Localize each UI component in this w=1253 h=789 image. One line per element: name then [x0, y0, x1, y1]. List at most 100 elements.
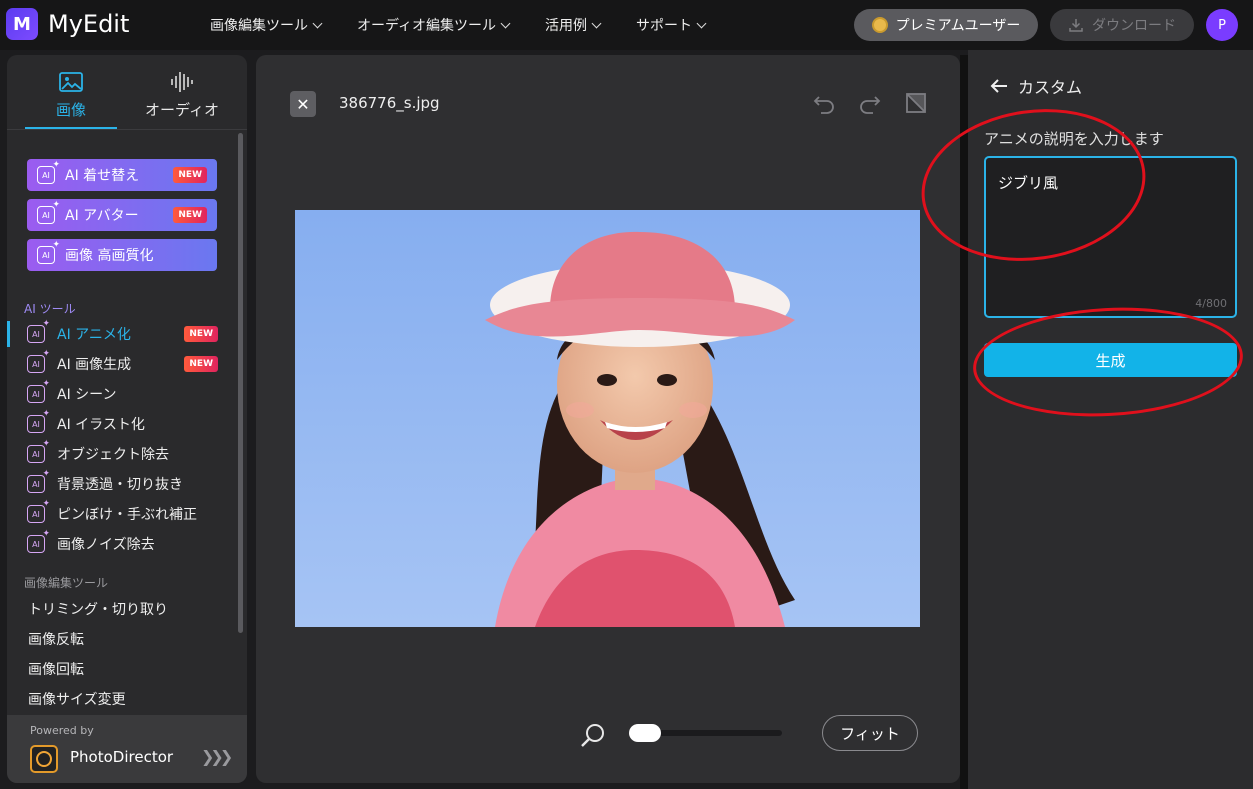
description-label: アニメの説明を入力します: [984, 130, 1164, 148]
sidebar-item-label: 背景透過・切り抜き: [57, 477, 183, 493]
promo-ai-avatar[interactable]: AI AI アバター NEW: [27, 199, 217, 231]
ai-sparkle-icon: AI: [27, 349, 50, 373]
powered-by-label: Powered by: [30, 724, 94, 737]
ai-tools-section-label: AI ツール: [24, 302, 76, 316]
ai-sparkle-icon: AI: [37, 200, 60, 224]
panel-divider: [960, 55, 968, 789]
close-icon: ✕: [296, 94, 310, 114]
sidebar-item-label: AI イラスト化: [57, 417, 145, 433]
sidebar-item-rotate[interactable]: 画像回転: [28, 659, 84, 679]
new-badge: NEW: [184, 326, 218, 342]
sidebar-item-crop[interactable]: トリミング・切り取り: [28, 599, 168, 619]
sidebar-item-denoise[interactable]: AI 画像ノイズ除去: [27, 529, 222, 557]
ai-sparkle-icon: AI: [27, 469, 50, 493]
fit-button[interactable]: フィット: [822, 715, 918, 751]
waveform-icon: [171, 72, 193, 92]
nav-use-cases[interactable]: 活用例: [545, 15, 602, 35]
tab-audio[interactable]: オーディオ: [127, 69, 237, 120]
ai-sparkle-icon: AI: [27, 379, 50, 403]
download-button[interactable]: ダウンロード: [1050, 9, 1194, 41]
ai-sparkle-icon: AI: [27, 499, 50, 523]
sidebar-item-label: オブジェクト除去: [57, 447, 169, 463]
file-name: 386776_s.jpg: [339, 94, 440, 112]
description-value: ジブリ風: [998, 174, 1059, 192]
sidebar-item-ai-anime[interactable]: AI AI アニメ化 NEW: [27, 319, 222, 347]
description-input[interactable]: ジブリ風 4/800: [984, 156, 1237, 318]
sidebar-item-ai-image-gen[interactable]: AI AI 画像生成 NEW: [27, 349, 222, 377]
sidebar-item-ai-scene[interactable]: AI AI シーン: [27, 379, 222, 407]
tab-image[interactable]: 画像: [16, 69, 126, 120]
redo-icon[interactable]: [858, 91, 882, 115]
chevrons-right-icon: ❯❯❯: [201, 747, 233, 766]
compare-icon[interactable]: [904, 91, 928, 115]
premium-user-button[interactable]: プレミアムユーザー: [854, 9, 1038, 41]
powered-by-name: PhotoDirector: [70, 748, 174, 766]
sidebar-item-background-removal[interactable]: AI 背景透過・切り抜き: [27, 469, 222, 497]
app-name: MyEdit: [48, 10, 130, 38]
avatar[interactable]: P: [1206, 9, 1238, 41]
photo-preview: [295, 210, 920, 627]
premium-label: プレミアムユーザー: [895, 18, 1021, 34]
nav-label: 画像編集ツール: [210, 18, 308, 34]
mode-tabs: 画像 オーディオ: [7, 55, 247, 130]
ai-sparkle-icon: AI: [27, 529, 50, 553]
zoom-slider-handle[interactable]: [629, 724, 661, 742]
top-bar: M MyEdit 画像編集ツール オーディオ編集ツール 活用例 サポート プレミ…: [0, 0, 1253, 50]
sidebar-item-label: ピンぼけ・手ぶれ補正: [57, 507, 197, 523]
chevron-down-icon: [500, 18, 511, 28]
nav-label: オーディオ編集ツール: [357, 18, 497, 34]
sidebar: 画像 オーディオ AI AI 着せ替え NEW AI AI アバター NEW A…: [7, 55, 247, 783]
ai-sparkle-icon: AI: [27, 319, 50, 343]
close-button[interactable]: ✕: [290, 91, 316, 117]
photodirector-logo: [30, 745, 58, 773]
chevron-down-icon: [696, 18, 707, 28]
tab-underline: [25, 127, 117, 129]
medal-icon: [871, 17, 888, 33]
ai-sparkle-icon: AI: [37, 160, 60, 184]
sidebar-item-label: AI シーン: [57, 387, 117, 403]
promo-image-upscale[interactable]: AI 画像 高画質化: [27, 239, 217, 271]
generate-button[interactable]: 生成: [984, 343, 1237, 377]
chevron-down-icon: [591, 18, 602, 28]
nav-label: サポート: [636, 18, 693, 34]
promo-label: AI アバター: [65, 208, 139, 224]
zoom-icon[interactable]: [579, 720, 609, 750]
sidebar-item-label: AI アニメ化: [57, 327, 131, 343]
sidebar-item-label: AI 画像生成: [57, 357, 132, 373]
image-icon: [59, 72, 83, 92]
nav-image-tools[interactable]: 画像編集ツール: [210, 15, 323, 35]
download-label: ダウンロード: [1092, 18, 1176, 34]
sidebar-item-object-removal[interactable]: AI オブジェクト除去: [27, 439, 222, 467]
ai-sparkle-icon: AI: [27, 439, 50, 463]
sidebar-item-deblur[interactable]: AI ピンぼけ・手ぶれ補正: [27, 499, 222, 527]
tab-label: 画像: [55, 101, 86, 119]
sidebar-item-resize[interactable]: 画像サイズ変更: [28, 689, 126, 709]
new-badge: NEW: [173, 207, 207, 223]
new-badge: NEW: [173, 167, 207, 183]
editor-canvas: ✕ 386776_s.jpg フィット: [256, 55, 960, 783]
sidebar-scrollbar[interactable]: [238, 133, 243, 633]
sidebar-item-ai-illustration[interactable]: AI AI イラスト化: [27, 409, 222, 437]
promo-ai-outfit[interactable]: AI AI 着せ替え NEW: [27, 159, 217, 191]
arrow-left-icon: [990, 79, 1007, 93]
download-icon: [1069, 19, 1083, 32]
nav-support[interactable]: サポート: [636, 15, 707, 35]
back-button[interactable]: カスタム: [990, 74, 1082, 98]
app-logo[interactable]: M MyEdit: [6, 8, 129, 40]
back-label: カスタム: [1018, 78, 1083, 97]
undo-icon[interactable]: [812, 91, 836, 115]
active-indicator: [7, 321, 10, 347]
main-nav: 画像編集ツール オーディオ編集ツール 活用例 サポート: [210, 0, 741, 50]
logo-mark: M: [6, 8, 38, 40]
promo-label: 画像 高画質化: [65, 248, 154, 264]
new-badge: NEW: [184, 356, 218, 372]
promo-label: AI 着せ替え: [65, 168, 140, 184]
powered-by-banner[interactable]: Powered by PhotoDirector ❯❯❯: [7, 715, 247, 783]
char-counter: 4/800: [1195, 297, 1227, 310]
sidebar-item-label: 画像ノイズ除去: [57, 537, 155, 553]
edit-tools-section-label: 画像編集ツール: [24, 576, 109, 590]
nav-audio-tools[interactable]: オーディオ編集ツール: [357, 15, 511, 35]
nav-label: 活用例: [545, 18, 588, 34]
sidebar-item-flip[interactable]: 画像反転: [28, 629, 84, 649]
settings-panel: カスタム アニメの説明を入力します ジブリ風 4/800 生成: [968, 50, 1253, 789]
